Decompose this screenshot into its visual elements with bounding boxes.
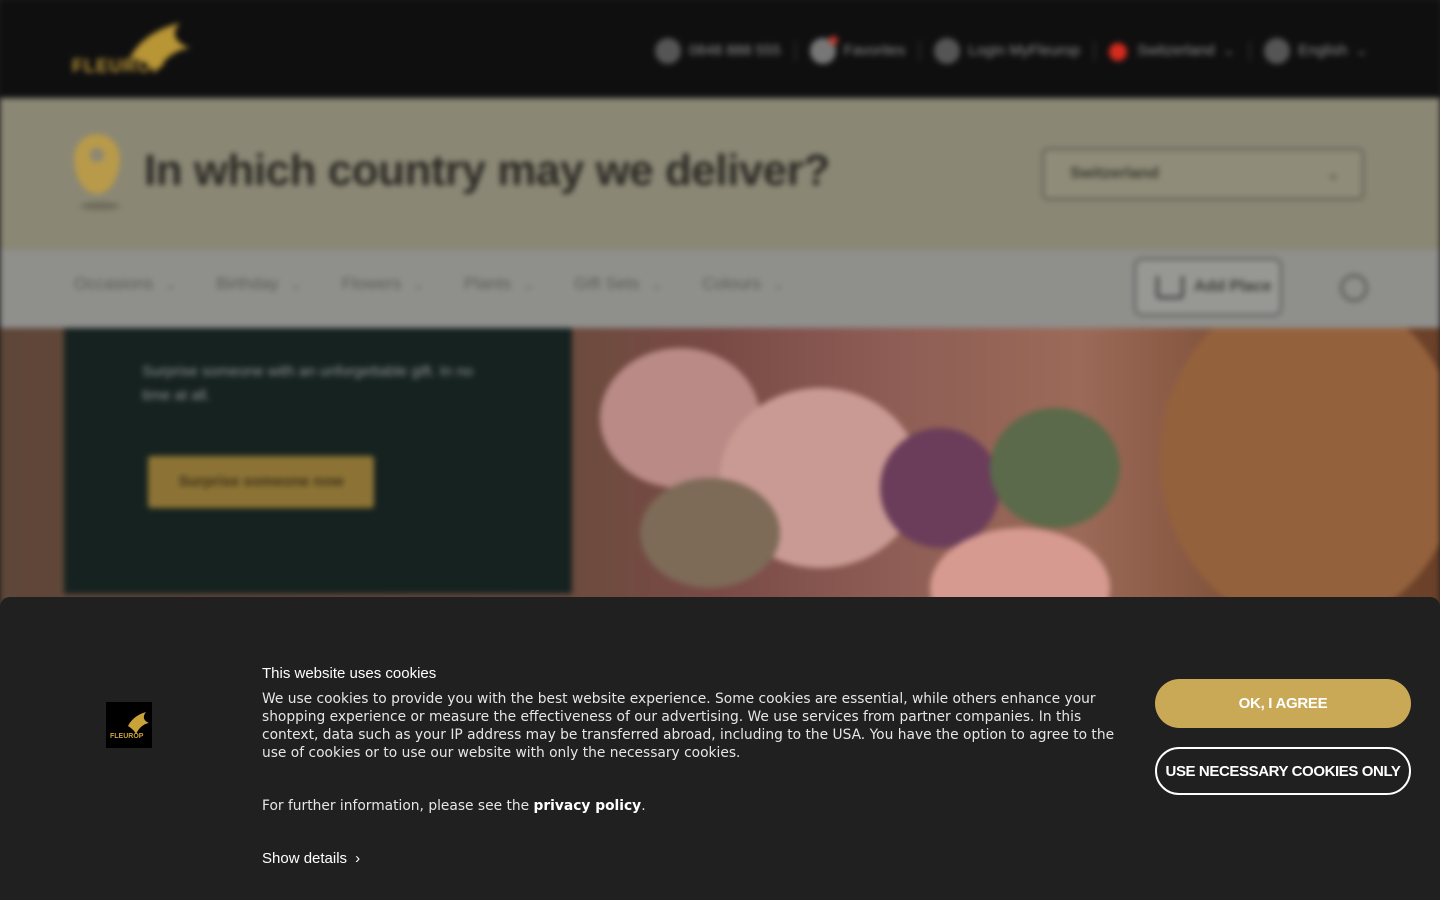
divider — [1249, 41, 1251, 61]
privacy-policy-link[interactable]: privacy policy — [534, 798, 642, 814]
delivery-title: In which country may we deliver? — [144, 146, 830, 195]
nav-item-occasions[interactable]: Occasions ⌄ — [74, 274, 176, 294]
flower-blob — [880, 428, 1000, 548]
agree-button[interactable]: OK, I AGREE — [1155, 679, 1411, 728]
hair-blob — [1160, 328, 1440, 608]
logo-wordmark: FLEUROP — [72, 56, 166, 76]
nav-item-birthday[interactable]: Birthday ⌄ — [216, 274, 301, 294]
pin-shadow — [80, 202, 120, 210]
nav-item-plants[interactable]: Plants ⌄ — [464, 274, 534, 294]
country-select-value: Switzerland — [1070, 165, 1159, 182]
cart-icon — [1156, 276, 1184, 299]
chevron-down-icon: ⌄ — [1326, 164, 1340, 183]
necessary-cookies-button[interactable]: USE NECESSARY COOKIES ONLY — [1155, 747, 1411, 795]
search-icon[interactable] — [1340, 274, 1368, 302]
swiss-flag-icon — [1109, 42, 1128, 61]
divider — [919, 41, 921, 61]
login-link[interactable]: Login MyFleurop — [934, 38, 1080, 64]
nav-item-gift-sets[interactable]: Gift Sets ⌄ — [574, 274, 662, 294]
nav-item-flowers[interactable]: Flowers ⌄ — [342, 274, 424, 294]
hero-cta-button[interactable]: Surprise someone now — [148, 456, 374, 508]
add-place-button[interactable]: Add Place — [1134, 258, 1282, 316]
country-select[interactable]: Switzerland ⌄ — [1042, 148, 1364, 200]
leaf-blob — [640, 478, 780, 588]
top-links: 0848 888 555 Favorites Login MyFleurop S… — [654, 36, 1368, 64]
cookie-body-text: We use cookies to provide you with the b… — [262, 691, 1115, 761]
fleurop-logo[interactable] — [70, 18, 200, 88]
nav-item-colours[interactable]: Colours ⌄ — [702, 274, 784, 294]
cookie-title: This website uses cookies — [262, 665, 437, 682]
top-bar: FLEUROP 0848 888 555 Favorites Login MyF… — [0, 0, 1440, 98]
cookie-banner-logo: FLEUROP — [106, 702, 152, 748]
chevron-down-icon: ⌄ — [413, 277, 424, 292]
divider — [1094, 41, 1096, 61]
chevron-down-icon: ⌄ — [523, 277, 535, 292]
chevron-down-icon: ⌄ — [290, 277, 302, 292]
hero-text: Surprise someone with an unforgettable g… — [142, 363, 474, 404]
chevron-down-icon: ⌄ — [772, 277, 784, 292]
show-details-toggle[interactable]: Show details › — [262, 850, 360, 867]
country-switch[interactable]: Switzerland ⌄ — [1109, 41, 1236, 61]
horse-icon — [128, 712, 149, 734]
cookie-further-info: For further information, please see the … — [262, 798, 646, 814]
phone-icon — [654, 38, 681, 64]
leaf-blob — [990, 408, 1120, 528]
chevron-down-icon: ⌄ — [651, 277, 663, 292]
language-switch[interactable]: English ⌄ — [1264, 38, 1368, 64]
heart-icon — [809, 36, 838, 64]
chevron-down-icon: ⌄ — [1355, 41, 1368, 59]
favourites-link[interactable]: Favorites — [809, 36, 905, 64]
nav-items: Occasions ⌄ Birthday ⌄ Flowers ⌄ Plants ⌄ Gi… — [74, 274, 784, 294]
chevron-right-icon: › — [355, 850, 361, 867]
language-icon — [1264, 38, 1291, 64]
add-place-label: Add Place — [1194, 278, 1272, 295]
user-icon — [934, 38, 961, 64]
phone-link[interactable]: 0848 888 555 — [654, 38, 781, 64]
cookie-logo-text: FLEUROP — [110, 733, 144, 740]
chevron-down-icon: ⌄ — [1222, 42, 1236, 60]
chevron-down-icon: ⌄ — [165, 277, 177, 292]
hero-cta-label: Surprise someone now — [178, 473, 344, 490]
divider — [794, 41, 796, 61]
